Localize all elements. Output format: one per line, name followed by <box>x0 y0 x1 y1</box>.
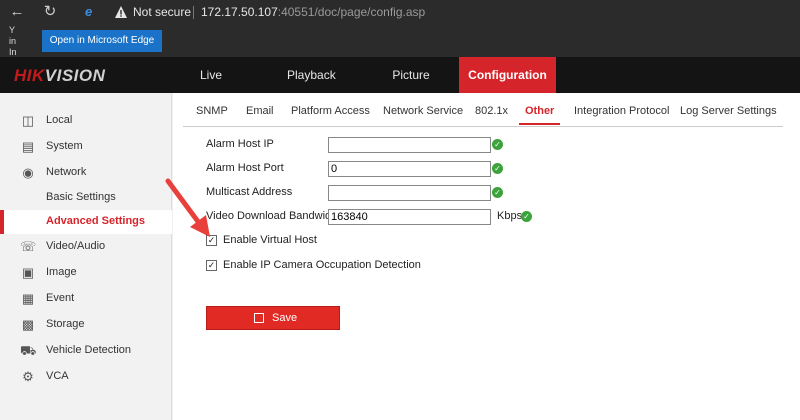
sidebar-item-basic-settings[interactable]: Basic Settings <box>0 186 172 210</box>
alarm-host-port-row: Alarm Host Port ✓ <box>206 161 556 177</box>
storage-icon: ▩ <box>21 317 35 332</box>
check-ok-icon: ✓ <box>492 163 503 174</box>
bandwidth-unit: Kbps <box>497 210 523 222</box>
sidebar-item-system[interactable]: ▤ System <box>0 135 172 159</box>
tab-8021x[interactable]: 802.1x <box>475 105 508 125</box>
alarm-host-port-input[interactable] <box>328 161 491 177</box>
logo-rest-part: VISION <box>44 66 106 85</box>
image-icon: ▣ <box>21 265 35 280</box>
sidebar-item-label: Advanced Settings <box>46 215 146 227</box>
bandwidth-input[interactable] <box>328 209 491 225</box>
ip-camera-detection-label: Enable IP Camera Occupation Detection <box>223 259 421 271</box>
bandwidth-row: Video Download Bandwidth Kbps ✓ <box>206 209 586 225</box>
sidebar-item-label: Event <box>46 292 75 304</box>
virtual-host-row: ✓ Enable Virtual Host <box>206 234 406 248</box>
sidebar-item-label: Video/Audio <box>46 240 106 252</box>
tab-platform-access[interactable]: Platform Access <box>291 105 370 125</box>
app-header: HIKVISION Live View Playback Picture Con… <box>0 57 800 118</box>
ie-mode-message: Y in In <box>9 25 17 57</box>
logo-red-part: HIK <box>14 66 45 85</box>
ip-camera-detection-checkbox[interactable]: ✓ <box>206 260 217 271</box>
microphone-icon: ☏ <box>20 239 37 254</box>
sidebar-item-local[interactable]: ◫ Local <box>0 109 172 133</box>
active-indicator <box>0 210 4 234</box>
sidebar-item-label: Basic Settings <box>46 191 116 203</box>
not-secure-label[interactable]: Not secure <box>133 5 191 19</box>
monitor-icon: ◫ <box>21 113 35 128</box>
sidebar-item-vehicle-detection[interactable]: ⛟ Vehicle Detection <box>0 339 172 363</box>
alarm-host-ip-row: Alarm Host IP ✓ <box>206 137 556 153</box>
nav-configuration[interactable]: Configuration <box>459 57 556 93</box>
sidebar-item-advanced-settings[interactable]: Advanced Settings <box>0 210 172 234</box>
ip-camera-detection-row: ✓ Enable IP Camera Occupation Detection <box>206 259 446 273</box>
check-ok-icon: ✓ <box>521 211 532 222</box>
sidebar-item-vca[interactable]: ⚙ VCA <box>0 365 172 389</box>
check-ok-icon: ✓ <box>492 187 503 198</box>
back-arrow-icon[interactable]: ← <box>8 3 26 21</box>
sidebar-item-network[interactable]: ◉ Network <box>0 161 172 185</box>
alarm-host-port-label: Alarm Host Port <box>206 162 284 174</box>
sidebar-item-label: System <box>46 140 83 152</box>
config-sidebar: ◫ Local ▤ System ◉ Network Basic Setting… <box>0 93 172 420</box>
hikvision-logo: HIKVISION <box>14 66 105 86</box>
url-text[interactable]: 172.17.50.107:40551/doc/page/config.asp <box>201 5 425 19</box>
settings-tabs: SNMP Email Platform Access Network Servi… <box>183 103 783 127</box>
reload-icon[interactable]: ↻ <box>41 3 59 21</box>
warning-icon[interactable] <box>114 5 128 19</box>
tab-other[interactable]: Other <box>519 105 561 125</box>
save-button[interactable]: Save <box>206 306 340 330</box>
check-ok-icon: ✓ <box>492 139 503 150</box>
sidebar-item-video-audio[interactable]: ☏ Video/Audio <box>0 235 172 259</box>
annotation-arrow-icon <box>165 178 210 237</box>
tab-log-server-settings[interactable]: Log Server Settings <box>680 105 777 125</box>
url-port: :40551 <box>277 5 315 19</box>
sidebar-item-storage[interactable]: ▩ Storage <box>0 313 172 337</box>
nav-picture[interactable]: Picture <box>391 57 431 93</box>
globe-icon: ◉ <box>22 165 34 180</box>
open-in-edge-button[interactable]: Open in Microsoft Edge <box>42 30 162 52</box>
floppy-disk-icon <box>254 313 264 323</box>
url-host: 172.17.50.107 <box>201 5 278 19</box>
tab-integration-protocol[interactable]: Integration Protocol <box>574 105 669 125</box>
url-path: /doc/page/config.asp <box>314 5 426 19</box>
bandwidth-label: Video Download Bandwidth <box>206 210 341 222</box>
virtual-host-label: Enable Virtual Host <box>223 234 317 246</box>
nav-live-view[interactable]: Live View <box>186 57 236 118</box>
save-label: Save <box>272 312 298 324</box>
sidebar-item-label: Local <box>46 114 73 126</box>
ie-mode-icon[interactable]: e <box>85 5 99 19</box>
tab-network-service[interactable]: Network Service <box>383 105 463 125</box>
sidebar-item-label: Network <box>46 166 87 178</box>
tab-email[interactable]: Email <box>246 105 274 125</box>
nav-playback[interactable]: Playback <box>287 57 336 93</box>
multicast-address-input[interactable] <box>328 185 491 201</box>
sidebar-item-label: VCA <box>46 370 69 382</box>
sidebar-item-label: Storage <box>46 318 85 330</box>
vca-icon: ⚙ <box>22 369 34 384</box>
address-separator <box>193 6 194 19</box>
sidebar-item-label: Image <box>46 266 77 278</box>
sidebar-item-image[interactable]: ▣ Image <box>0 261 172 285</box>
vehicle-icon: ⛟ <box>20 343 37 358</box>
multicast-address-row: Multicast Address ✓ <box>206 185 556 201</box>
system-icon: ▤ <box>21 139 35 154</box>
tab-snmp[interactable]: SNMP <box>196 105 228 125</box>
sidebar-item-label: Vehicle Detection <box>46 344 131 356</box>
alarm-host-ip-label: Alarm Host IP <box>206 138 274 150</box>
config-content: SNMP Email Platform Access Network Servi… <box>173 93 800 420</box>
calendar-icon: ▦ <box>21 291 35 306</box>
alarm-host-ip-input[interactable] <box>328 137 491 153</box>
browser-address-bar: ← ↻ e Not secure 172.17.50.107:40551/doc… <box>0 0 800 25</box>
sidebar-item-event[interactable]: ▦ Event <box>0 287 172 311</box>
ie-mode-bar: Y in In Open in Microsoft Edge <box>0 25 800 57</box>
